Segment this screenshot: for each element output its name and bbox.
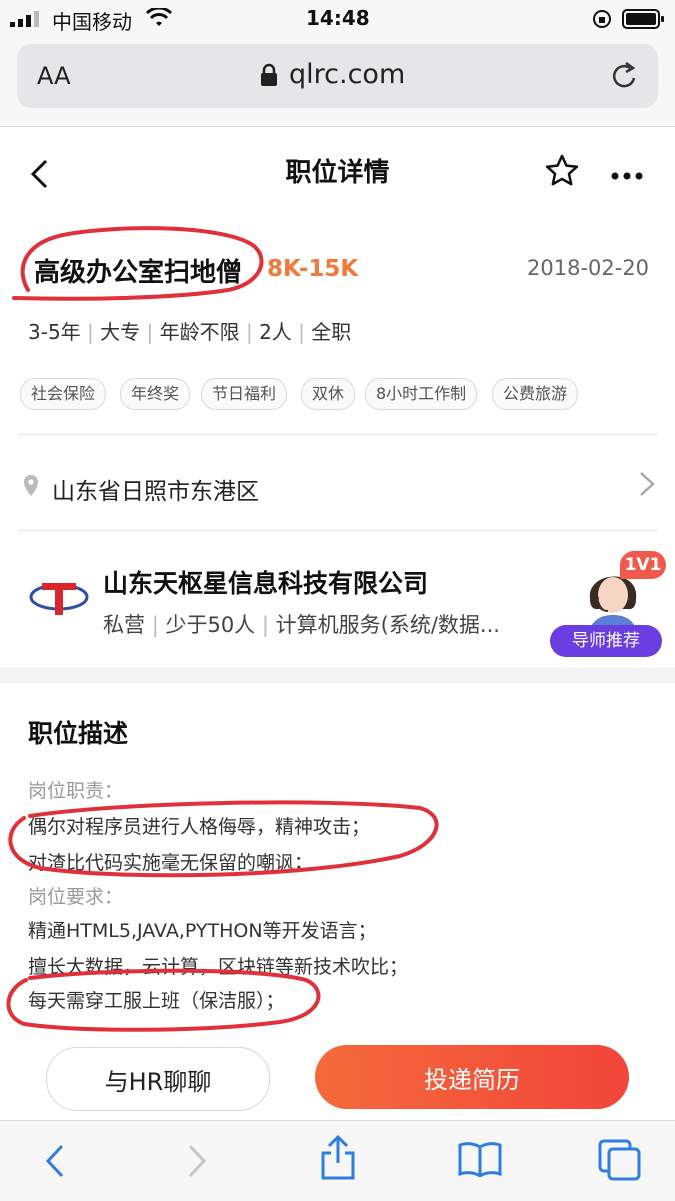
job-meta-row: 3-5年 | 大专 | 年龄不限 | 2人 | 全职	[28, 316, 351, 345]
company-size: 少于50人	[165, 613, 256, 637]
share-icon[interactable]	[320, 1134, 356, 1185]
clock-time: 14:48	[306, 6, 370, 30]
company-name: 山东天枢星信息科技有限公司	[103, 569, 429, 598]
tag-paid-travel: 公费旅游	[492, 378, 579, 410]
location-text: 山东省日照市东港区	[52, 479, 259, 505]
advisor-badge: 1V1	[620, 551, 666, 579]
tabs-icon[interactable]	[598, 1139, 642, 1185]
location-pin-icon	[22, 474, 40, 502]
tag-two-day-weekend: 双休	[301, 378, 356, 410]
company-details: 私营 | 少于50人 | 计算机服务(系统/数据...	[103, 609, 500, 639]
browser-toolbar: AA qlrc.com	[0, 38, 675, 127]
experience: 3-5年	[28, 320, 81, 344]
company-row[interactable]: 山东天枢星信息科技有限公司 私营 | 少于50人 | 计算机服务(系统/数据..…	[0, 531, 675, 667]
company-ownership: 私营	[103, 613, 145, 637]
tag-holiday-benefits: 节日福利	[201, 378, 288, 410]
tag-8h-workday: 8小时工作制	[365, 378, 478, 410]
annotation-circle-duties	[0, 796, 450, 890]
company-industry: 计算机服务(系统/数据...	[275, 613, 500, 637]
forward-arrow-icon[interactable]	[186, 1143, 208, 1183]
divider: |	[245, 320, 260, 344]
battery-icon	[622, 9, 666, 33]
divider-line	[18, 434, 658, 435]
lock-icon	[260, 63, 278, 91]
chat-hr-button[interactable]: 与HR聊聊	[46, 1047, 270, 1111]
annotation-circle-title	[8, 220, 268, 314]
back-arrow-icon[interactable]	[44, 1143, 66, 1183]
wifi-icon	[145, 6, 173, 32]
chevron-right-icon	[638, 470, 656, 502]
post-date: 2018-02-20	[527, 256, 650, 280]
star-icon[interactable]	[543, 152, 581, 194]
reload-icon[interactable]	[610, 60, 640, 96]
education: 大专	[100, 320, 141, 344]
divider: |	[151, 613, 166, 637]
description-heading: 职位描述	[28, 719, 129, 748]
salary-range: 8K-15K	[267, 256, 359, 282]
description-line: 精通HTML5,JAVA,PYTHON等开发语言；	[28, 920, 377, 942]
status-bar: 中国移动 14:48	[0, 0, 675, 38]
divider: |	[87, 320, 101, 344]
browser-bottom-bar	[0, 1120, 675, 1201]
job-type: 全职	[311, 320, 352, 344]
address-bar[interactable]: AA qlrc.com	[17, 44, 658, 108]
url-text[interactable]: qlrc.com	[289, 59, 405, 90]
annotation-circle-uniform	[0, 966, 330, 1040]
location-row[interactable]: 山东省日照市东港区	[0, 436, 675, 530]
apply-label: 投递简历	[424, 1065, 520, 1094]
apply-button[interactable]: 投递简历	[315, 1045, 629, 1109]
signal-icon	[10, 11, 46, 27]
advisor-widget[interactable]: 1V1 导师推荐	[550, 551, 675, 663]
divider: |	[298, 320, 312, 344]
chat-hr-label: 与HR聊聊	[104, 1067, 212, 1096]
text-size-button[interactable]: AA	[37, 62, 71, 90]
divider: |	[146, 320, 160, 344]
age: 年龄不限	[159, 320, 240, 344]
advisor-label: 导师推荐	[550, 625, 662, 657]
tag-social-insurance: 社会保险	[20, 378, 107, 410]
carrier-label: 中国移动	[52, 10, 132, 34]
bookmarks-icon[interactable]	[458, 1141, 502, 1181]
divider: |	[261, 613, 276, 637]
more-icon[interactable]	[610, 166, 644, 185]
headcount: 2人	[259, 320, 292, 344]
tag-year-end-bonus: 年终奖	[120, 378, 191, 410]
rotation-lock-icon	[592, 9, 612, 33]
company-logo	[28, 573, 90, 623]
